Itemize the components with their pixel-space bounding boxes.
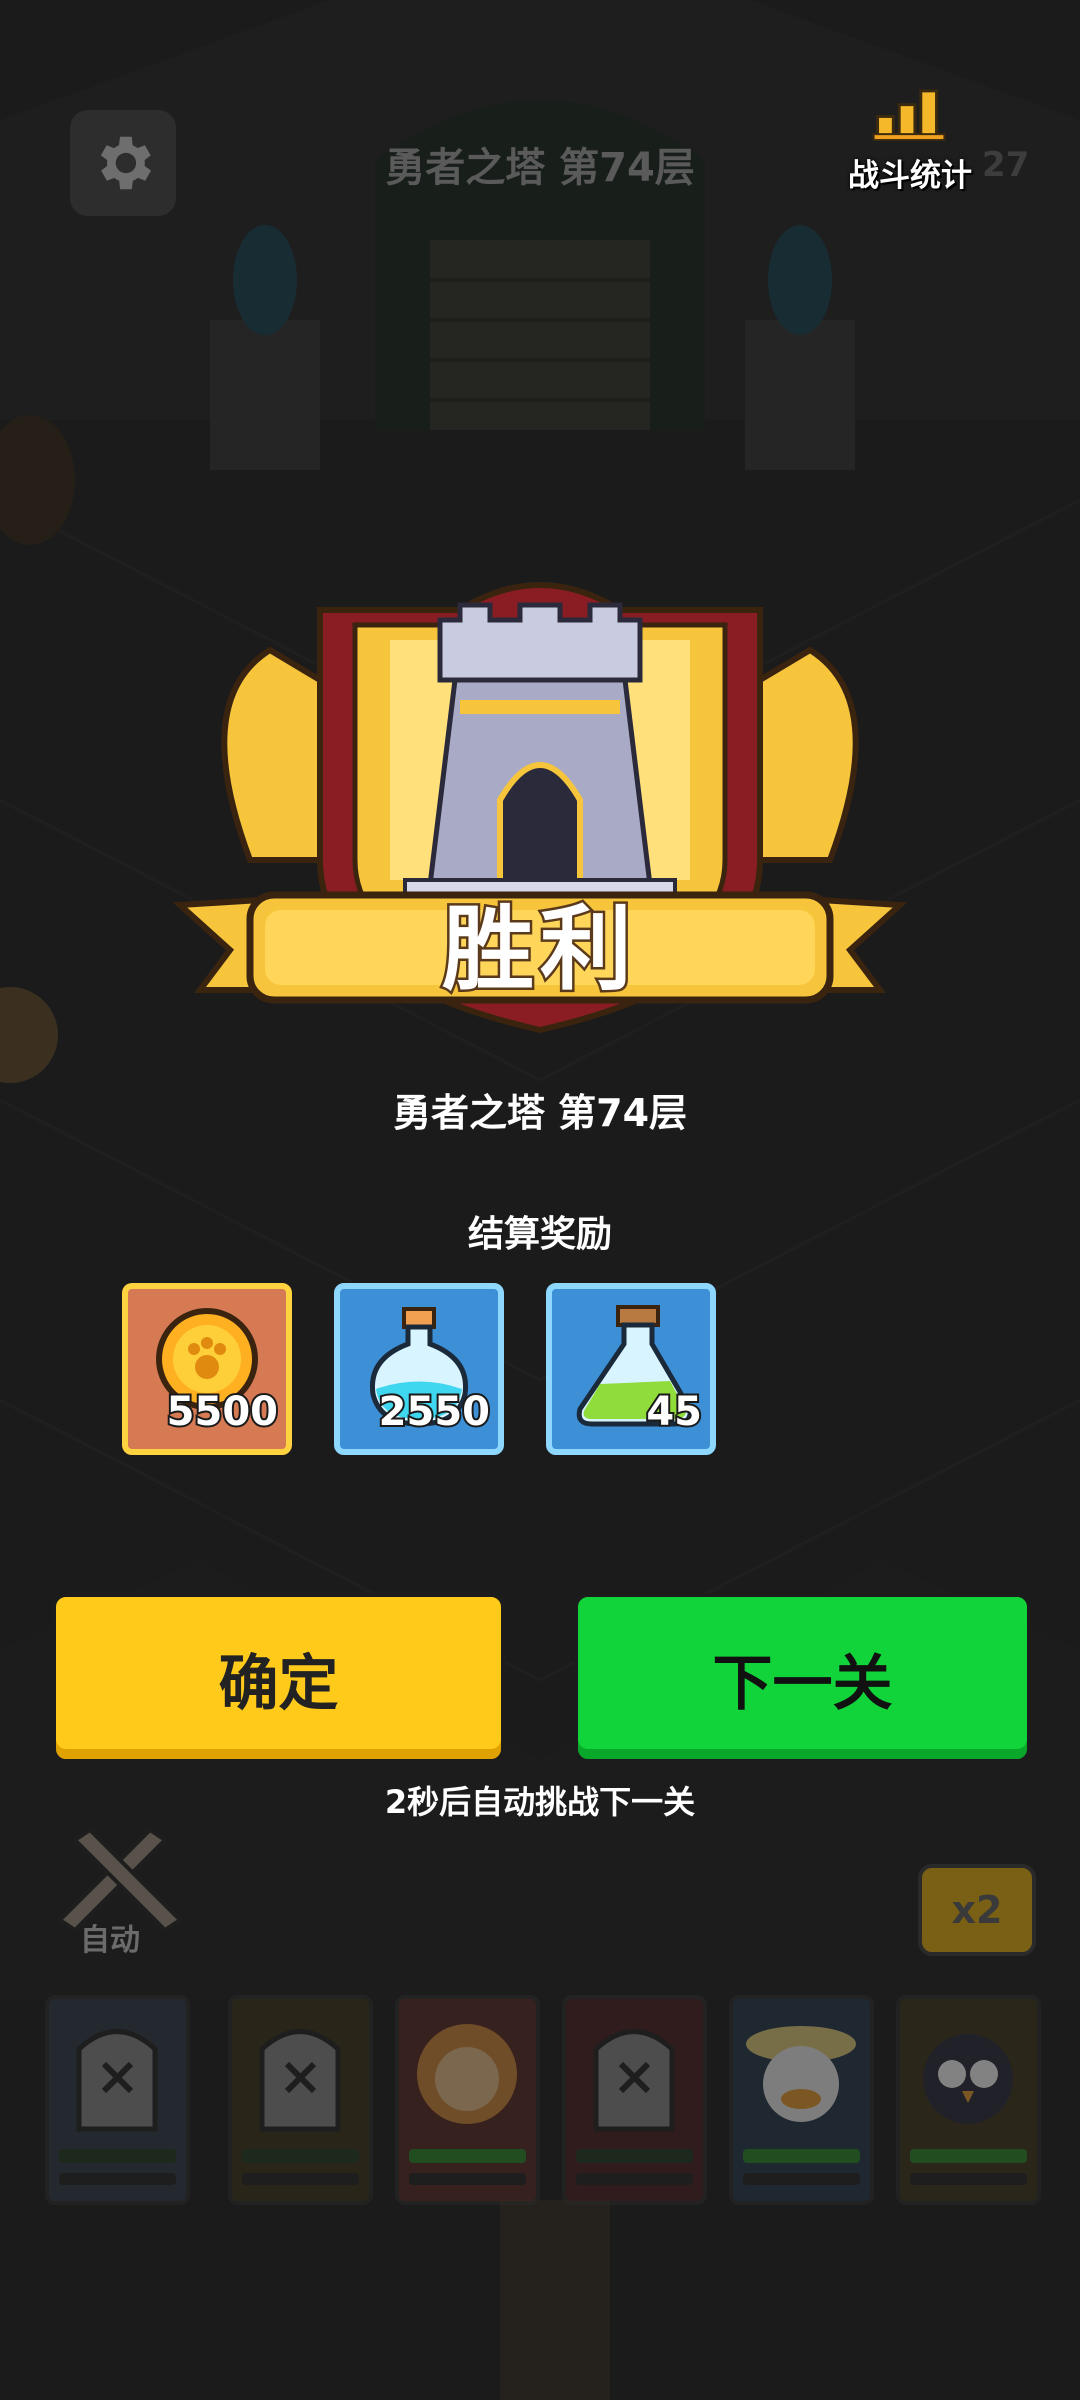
- hero-slot-2[interactable]: [228, 1995, 373, 2205]
- victory-title: 胜利: [439, 894, 638, 1006]
- hero-mp-bar: [743, 2173, 860, 2185]
- tower-icon: [403, 602, 677, 900]
- hero-hp-bar: [743, 2149, 860, 2163]
- settings-button[interactable]: [70, 110, 176, 216]
- reward-green-potion[interactable]: 45: [546, 1283, 716, 1455]
- speed-toggle-button[interactable]: x2: [918, 1864, 1036, 1956]
- crossed-swords-icon: [56, 1827, 184, 1933]
- hero-mp-bar: [409, 2173, 526, 2185]
- auto-battle-label: 自动: [80, 1923, 140, 1958]
- bar-chart-icon: [872, 89, 946, 142]
- battle-stats-label: 战斗统计: [848, 158, 972, 194]
- hero-hp-bar: [59, 2149, 176, 2163]
- hero-slot-4[interactable]: [562, 1995, 707, 2205]
- battle-stats-button[interactable]: 战斗统计: [825, 85, 995, 195]
- stats-count: 27: [982, 145, 1030, 185]
- rewards-title: 结算奖励: [467, 1214, 612, 1255]
- reward-blue-potion[interactable]: 2550: [334, 1283, 504, 1455]
- hero-mp-bar: [576, 2173, 693, 2185]
- hero-hp-bar: [242, 2149, 359, 2163]
- reward-amount: 5500: [165, 1387, 280, 1437]
- next-level-button[interactable]: 下一关: [574, 1593, 1031, 1763]
- hero-mp-bar: [910, 2173, 1027, 2185]
- reward-amount: 45: [644, 1387, 704, 1437]
- auto-next-countdown: 2秒后自动挑战下一关: [384, 1783, 696, 1821]
- hero-slot-3[interactable]: [395, 1995, 540, 2205]
- tombstone-icon: [593, 2029, 675, 2132]
- hero-slot-6[interactable]: [896, 1995, 1041, 2205]
- hero-slot-1[interactable]: [45, 1995, 190, 2205]
- hero-slot-5[interactable]: [729, 1995, 874, 2205]
- hero-mp-bar: [242, 2173, 359, 2185]
- hero-mp-bar: [59, 2173, 176, 2185]
- lion-hero-portrait: [417, 2024, 517, 2124]
- hero-hp-bar: [576, 2149, 693, 2163]
- hero-hp-bar: [409, 2149, 526, 2163]
- gear-icon: [100, 136, 151, 190]
- hero-hp-bar: [910, 2149, 1027, 2163]
- auto-battle-button[interactable]: 自动: [40, 1820, 200, 1970]
- reward-gold[interactable]: 5500: [122, 1283, 292, 1455]
- confirm-button[interactable]: 确定: [52, 1593, 505, 1763]
- tombstone-icon: [259, 2029, 341, 2132]
- tombstone-icon: [76, 2029, 158, 2132]
- stage-name: 勇者之塔 第74层: [392, 1091, 688, 1135]
- owl-hero-portrait: [923, 2034, 1013, 2124]
- reward-amount: 2550: [377, 1387, 492, 1437]
- stage-title-header: 勇者之塔 第74层: [385, 145, 695, 191]
- duck-hero-portrait: [746, 2026, 856, 2122]
